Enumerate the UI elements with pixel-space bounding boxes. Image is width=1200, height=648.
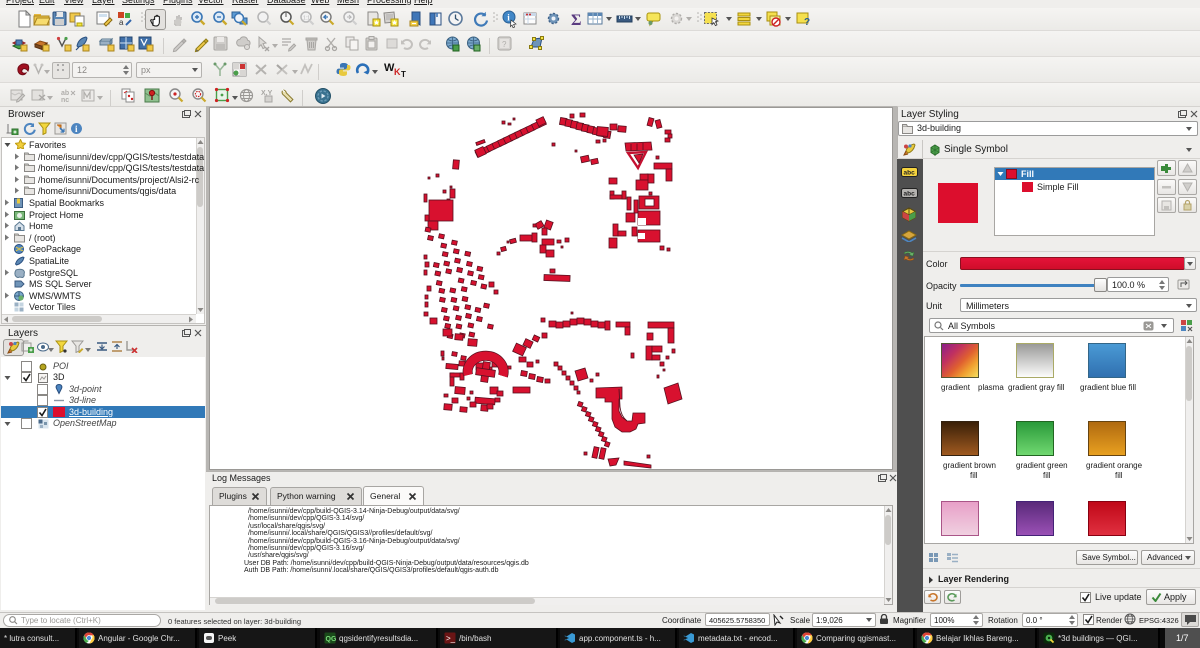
svg-text:?: ? (502, 40, 507, 49)
svg-text:Σ: Σ (571, 12, 581, 28)
svg-text:nc: nc (61, 97, 69, 104)
svg-text:abc: abc (904, 170, 916, 177)
svg-text:a: a (119, 18, 124, 27)
svg-text:QG: QG (326, 636, 337, 643)
svg-text:abc: abc (904, 191, 916, 198)
svg-text:1:1: 1:1 (303, 16, 310, 22)
svg-text:ab: ab (61, 90, 69, 97)
svg-text:>_: >_ (446, 634, 456, 643)
svg-text:?: ? (804, 17, 810, 28)
